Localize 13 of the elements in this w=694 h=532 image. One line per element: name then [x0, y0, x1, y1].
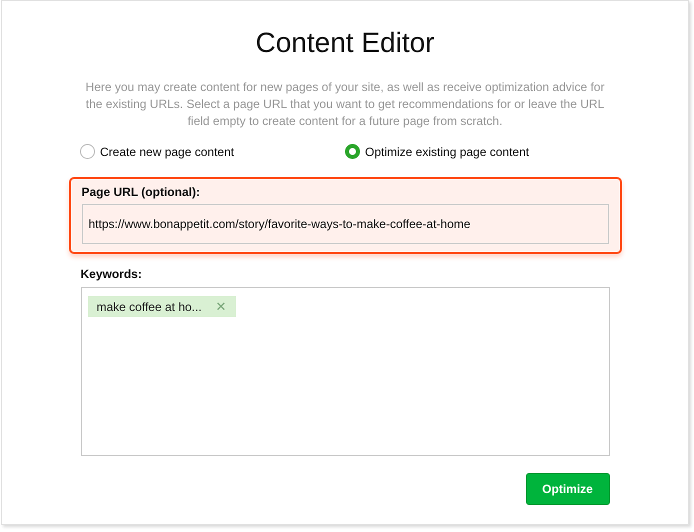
page-title: Content Editor — [256, 27, 434, 59]
keywords-field[interactable]: make coffee at ho... ✕ — [80, 287, 610, 456]
mode-radio-option[interactable]: Create new page content — [80, 144, 345, 159]
mode-radio-option[interactable]: Optimize existing page content — [345, 144, 610, 159]
tag-text: make coffee at ho... — [96, 300, 202, 314]
radio-label: Create new page content — [100, 144, 234, 158]
radio-label: Optimize existing page content — [365, 144, 530, 158]
field-label: Keywords: — [80, 267, 143, 281]
url-input-field[interactable]: https://www.bonappetit.com/story/favorite-ways-to-make-coffee-at-home — [82, 204, 608, 244]
radio-button[interactable] — [80, 144, 95, 159]
radio-button[interactable] — [345, 144, 360, 159]
field-label: Page URL (optional): — [82, 185, 201, 199]
description-text: Here you may create content for new pages of your site, as well as receive optimization advice for the existing URLs. Select a page URL that you want to get recommendations for or leave the URL field empty to create content for a future page from scratch. — [84, 79, 606, 130]
